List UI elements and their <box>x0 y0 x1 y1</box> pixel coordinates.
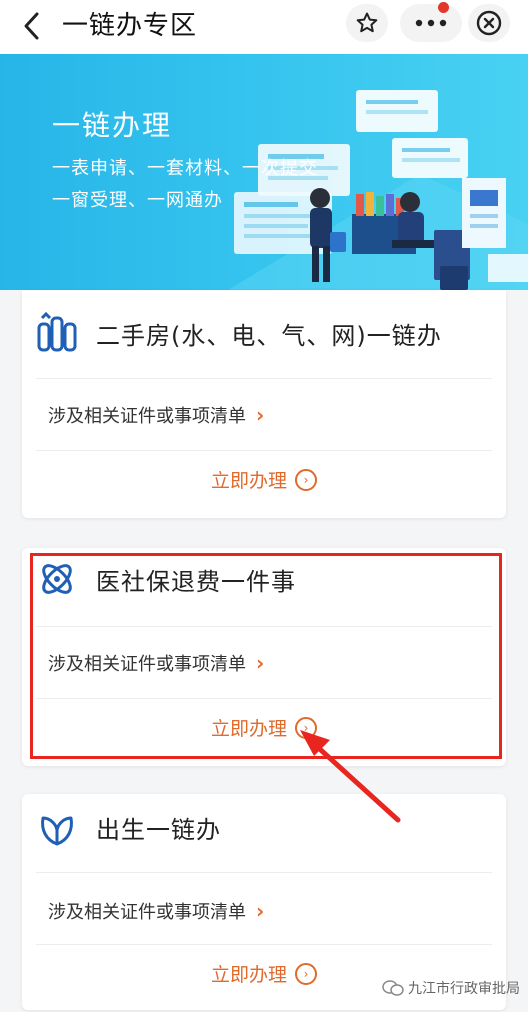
related-docs-label: 涉及相关证件或事项清单 <box>48 902 246 923</box>
more-icon <box>415 19 447 27</box>
apply-now-label: 立即办理 <box>210 964 287 986</box>
divider <box>36 450 492 451</box>
close-button[interactable] <box>468 4 510 42</box>
close-icon <box>476 10 502 36</box>
banner[interactable]: 一链办理 一表申请、一套材料、一次提交 一窗受理、一网通办 <box>0 54 528 290</box>
apply-now-button[interactable]: 立即办理 › <box>22 466 506 493</box>
highlight-box <box>30 553 502 759</box>
red-arrow-annotation <box>300 730 401 823</box>
top-bar: 一链办专区 <box>0 0 528 54</box>
divider <box>36 378 492 379</box>
banner-line-1: 一表申请、一套材料、一次提交 <box>52 158 318 179</box>
watermark-text: 九江市行政审批局 <box>408 981 520 997</box>
card-title: 出生一链办 <box>96 816 221 844</box>
card-second-hand-house: 二手房(水、电、气、网)一链办 涉及相关证件或事项清单 › 立即办理 › <box>22 290 506 518</box>
apply-now-label: 立即办理 <box>210 470 287 492</box>
related-docs-link[interactable]: 涉及相关证件或事项清单 › <box>48 898 264 924</box>
leaf-icon <box>41 816 73 846</box>
circle-arrow-icon: › <box>295 962 317 985</box>
page-title: 一链办专区 <box>62 11 198 41</box>
chevron-right-icon: › <box>256 899 265 923</box>
star-icon <box>356 12 378 33</box>
related-docs-label: 涉及相关证件或事项清单 <box>48 406 246 427</box>
back-icon <box>24 12 39 40</box>
notification-dot <box>438 2 449 13</box>
back-button[interactable] <box>14 8 50 44</box>
wechat-icon <box>382 980 404 996</box>
chevron-right-icon: › <box>256 403 265 427</box>
divider <box>36 872 492 873</box>
divider <box>36 944 492 945</box>
related-docs-link[interactable]: 涉及相关证件或事项清单 › <box>48 402 264 428</box>
building-icon <box>37 312 77 352</box>
card-title: 二手房(水、电、气、网)一链办 <box>96 322 442 350</box>
more-button[interactable] <box>400 4 462 42</box>
banner-line-2: 一窗受理、一网通办 <box>52 190 223 211</box>
circle-arrow-icon: › <box>295 468 317 491</box>
banner-title: 一链办理 <box>52 109 173 142</box>
favorite-button[interactable] <box>346 4 388 42</box>
watermark: 九江市行政审批局 <box>382 978 520 998</box>
